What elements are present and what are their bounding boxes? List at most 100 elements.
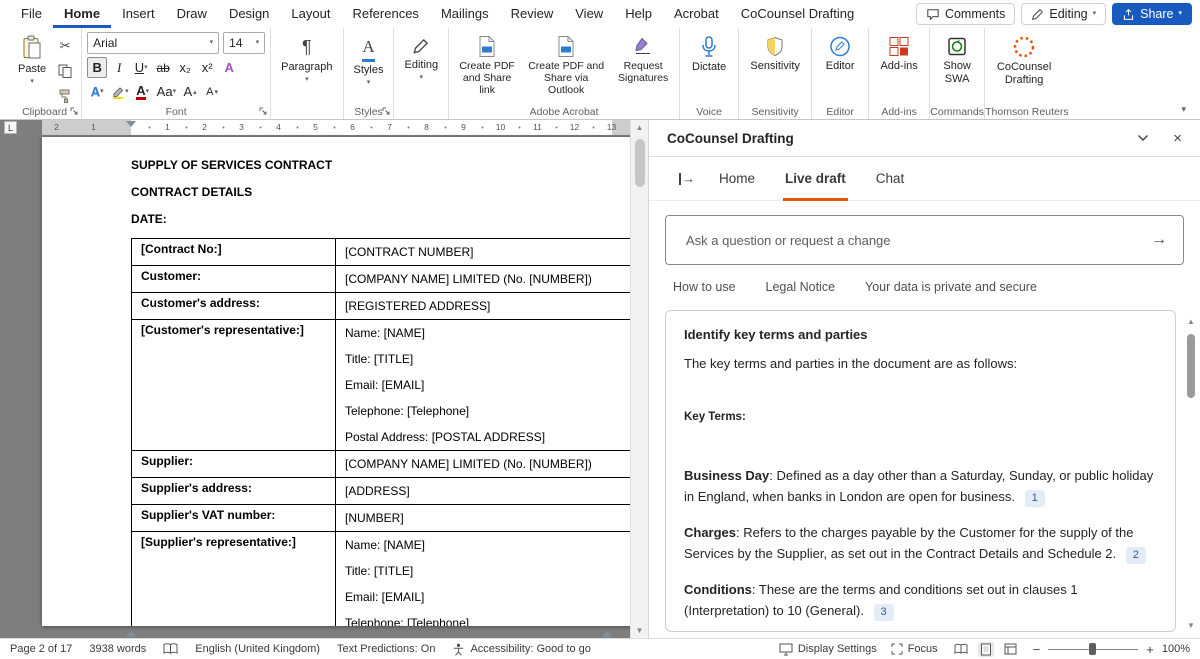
panel-tab[interactable]: Live draft: [783, 157, 848, 201]
change-case-button[interactable]: Aa▾: [155, 81, 178, 102]
table-value-cell[interactable]: Name: [NAME]Title: [TITLE]Email: [EMAIL]…: [336, 532, 649, 627]
menu-tab[interactable]: Mailings: [430, 0, 500, 28]
font-color-button[interactable]: A▾: [133, 81, 153, 102]
web-layout-button[interactable]: [1002, 642, 1019, 656]
table-label-cell[interactable]: [Customer's representative:]: [132, 320, 336, 451]
scrollbar-thumb[interactable]: [1187, 334, 1195, 398]
panel-link[interactable]: Your data is private and secure: [865, 280, 1037, 294]
addins-button[interactable]: Add-ins: [874, 32, 924, 76]
menu-tab[interactable]: Layout: [280, 0, 341, 28]
menu-tab[interactable]: File: [10, 0, 53, 28]
copy-button[interactable]: [54, 60, 76, 81]
expand-panel-icon[interactable]: →: [679, 172, 695, 185]
menu-tab[interactable]: View: [564, 0, 614, 28]
close-panel-icon[interactable]: ×: [1173, 131, 1182, 146]
hanging-indent-marker[interactable]: [126, 631, 136, 637]
menu-tab[interactable]: Design: [218, 0, 280, 28]
table-value-cell[interactable]: Name: [NAME]Title: [TITLE]Email: [EMAIL]…: [336, 320, 649, 451]
cocounsel-drafting-button[interactable]: CoCounsel Drafting: [990, 32, 1058, 90]
menu-tab[interactable]: CoCounsel Drafting: [730, 0, 865, 28]
subscript-button[interactable]: x₂: [175, 57, 195, 78]
document-page[interactable]: SUPPLY OF SERVICES CONTRACT CONTRACT DET…: [42, 137, 648, 626]
menu-tab[interactable]: Insert: [111, 0, 166, 28]
zoom-slider-thumb[interactable]: [1089, 643, 1096, 655]
cut-button[interactable]: ✂: [54, 35, 76, 56]
zoom-slider[interactable]: [1048, 642, 1138, 656]
font-name-select[interactable]: Arial▾: [87, 32, 219, 54]
doc-heading[interactable]: SUPPLY OF SERVICES CONTRACT: [131, 157, 648, 173]
menu-tab[interactable]: Review: [500, 0, 565, 28]
zoom-in-button[interactable]: +: [1146, 642, 1154, 657]
panel-link[interactable]: How to use: [673, 280, 736, 294]
focus-button[interactable]: Focus: [891, 643, 938, 655]
panel-scrollbar[interactable]: ▲ ▼: [1184, 316, 1198, 632]
page-indicator[interactable]: Page 2 of 17: [10, 643, 72, 655]
scroll-down-icon[interactable]: ▼: [1187, 620, 1195, 632]
proofing-status[interactable]: [163, 643, 178, 655]
font-size-select[interactable]: 14▾: [223, 32, 265, 54]
language-indicator[interactable]: English (United Kingdom): [195, 643, 320, 655]
table-label-cell[interactable]: [Supplier's representative:]: [132, 532, 336, 627]
sensitivity-button[interactable]: Sensitivity: [744, 32, 806, 76]
styles-dialog-launcher[interactable]: [382, 107, 391, 116]
read-mode-button[interactable]: [952, 642, 970, 656]
table-label-cell[interactable]: Supplier's VAT number:: [132, 505, 336, 532]
styles-button[interactable]: A Styles ▾: [349, 32, 389, 90]
font-dialog-launcher[interactable]: [259, 107, 268, 116]
menu-tab[interactable]: References: [341, 0, 429, 28]
scroll-up-icon[interactable]: ▲: [631, 120, 648, 135]
menu-tab[interactable]: Acrobat: [663, 0, 730, 28]
create-pdf-share-link-button[interactable]: Create PDF and Share link: [454, 32, 520, 99]
clear-formatting-button[interactable]: A: [219, 57, 239, 78]
panel-tab[interactable]: Home: [717, 157, 757, 201]
table-value-cell[interactable]: [ADDRESS]: [336, 478, 649, 505]
format-painter-button[interactable]: [54, 85, 76, 106]
display-settings-button[interactable]: Display Settings: [779, 643, 877, 656]
print-layout-button[interactable]: [978, 642, 994, 657]
word-count[interactable]: 3938 words: [89, 643, 146, 655]
text-predictions[interactable]: Text Predictions: On: [337, 643, 435, 655]
submit-arrow-icon[interactable]: →: [1151, 232, 1167, 248]
document-scrollbar[interactable]: ▲ ▼: [630, 120, 648, 638]
citation-badge[interactable]: 2: [1126, 547, 1146, 564]
citation-badge[interactable]: 3: [874, 604, 894, 621]
citation-badge[interactable]: 1: [1025, 490, 1045, 507]
editing-button[interactable]: Editing ▾: [1021, 3, 1106, 25]
menu-tab[interactable]: Draw: [166, 0, 218, 28]
table-value-cell[interactable]: [COMPANY NAME] LIMITED (No. [NUMBER]): [336, 266, 649, 293]
scrollbar-thumb[interactable]: [635, 139, 645, 187]
share-button[interactable]: Share ▾: [1112, 3, 1192, 25]
chevron-down-icon[interactable]: [1137, 134, 1149, 142]
paste-button[interactable]: Paste ▾: [13, 32, 51, 89]
right-indent-marker[interactable]: [602, 631, 612, 637]
text-effects-button[interactable]: A▾: [87, 81, 107, 102]
table-label-cell[interactable]: Supplier's address:: [132, 478, 336, 505]
scroll-up-icon[interactable]: ▲: [1187, 316, 1195, 328]
table-label-cell[interactable]: Customer:: [132, 266, 336, 293]
table-label-cell[interactable]: Customer's address:: [132, 293, 336, 320]
panel-link[interactable]: Legal Notice: [766, 280, 836, 294]
editor-button[interactable]: Editor: [817, 32, 863, 76]
clipboard-dialog-launcher[interactable]: [70, 107, 79, 116]
italic-button[interactable]: I: [109, 57, 129, 78]
table-label-cell[interactable]: [Contract No:]: [132, 239, 336, 266]
scroll-down-icon[interactable]: ▼: [631, 623, 648, 638]
menu-tab[interactable]: Home: [53, 0, 111, 28]
text-highlight-button[interactable]: ▾: [109, 81, 131, 102]
zoom-level[interactable]: 100%: [1162, 643, 1190, 655]
strikethrough-button[interactable]: ab: [153, 57, 173, 78]
table-label-cell[interactable]: Supplier:: [132, 451, 336, 478]
first-line-indent-marker[interactable]: [126, 121, 136, 127]
zoom-out-button[interactable]: −: [1033, 642, 1041, 657]
collapse-ribbon-icon[interactable]: ▾: [1181, 104, 1186, 115]
editing-button-ribbon[interactable]: Editing ▾: [399, 32, 443, 85]
ask-input[interactable]: [686, 233, 1151, 248]
paragraph-button[interactable]: ¶ Paragraph ▾: [276, 32, 337, 87]
request-signatures-button[interactable]: Request Signatures: [612, 32, 674, 87]
accessibility-status[interactable]: Accessibility: Good to go: [452, 643, 590, 656]
tab-stop-selector[interactable]: L: [4, 121, 17, 134]
comments-button[interactable]: Comments: [916, 3, 1015, 25]
table-value-cell[interactable]: [NUMBER]: [336, 505, 649, 532]
panel-tab[interactable]: Chat: [874, 157, 907, 201]
bold-button[interactable]: B: [87, 57, 107, 78]
